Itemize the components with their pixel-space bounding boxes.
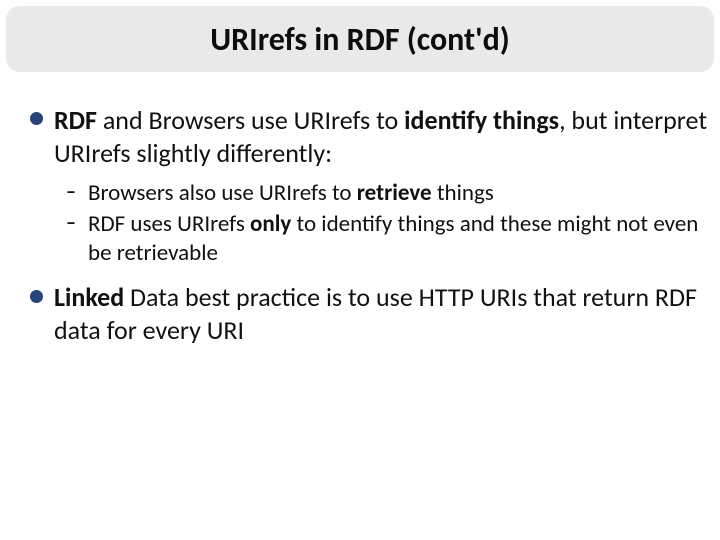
bullet-1-lead: RDF [54,104,97,136]
sub-bullet-2-a: RDF uses URIrefs [88,210,250,238]
sub-bullet-1-text: Browsers also use URIrefs to retrieve th… [88,179,710,208]
bullet-icon [30,112,43,125]
bullet-2-lead: Linked [54,281,124,313]
sub-bullet-1-b: retrieve [357,179,432,207]
bullet-2-mid: Data best practice is to use HTTP URIs t… [54,281,697,346]
bullet-icon [30,290,43,303]
dash-icon: – [66,210,88,237]
bullet-1: RDF and Browsers use URIrefs to identify… [30,104,710,169]
dash-icon: – [66,179,88,206]
bullet-1-text: RDF and Browsers use URIrefs to identify… [54,104,707,169]
bullet-1-mid: and Browsers use URIrefs to [97,104,404,136]
sub-bullet-2-b: only [250,210,291,238]
sub-bullet-1-c: things [432,179,494,207]
slide-title: URIrefs in RDF (cont'd) [210,20,510,59]
bullet-2-text: Linked Data best practice is to use HTTP… [54,281,697,346]
sub-bullets: – Browsers also use URIrefs to retrieve … [66,179,710,267]
sub-bullet-1: – Browsers also use URIrefs to retrieve … [66,179,710,208]
slide-body: RDF and Browsers use URIrefs to identify… [30,96,710,356]
bullet-2: Linked Data best practice is to use HTTP… [30,281,710,346]
sub-bullet-2-text: RDF uses URIrefs only to identify things… [88,210,710,268]
bullet-1-bold: identify things [404,104,559,136]
slide: URIrefs in RDF (cont'd) RDF and Browsers… [0,0,720,540]
sub-bullet-1-a: Browsers also use URIrefs to [88,179,357,207]
title-bar: URIrefs in RDF (cont'd) [6,6,714,72]
sub-bullet-2: – RDF uses URIrefs only to identify thin… [66,210,710,268]
